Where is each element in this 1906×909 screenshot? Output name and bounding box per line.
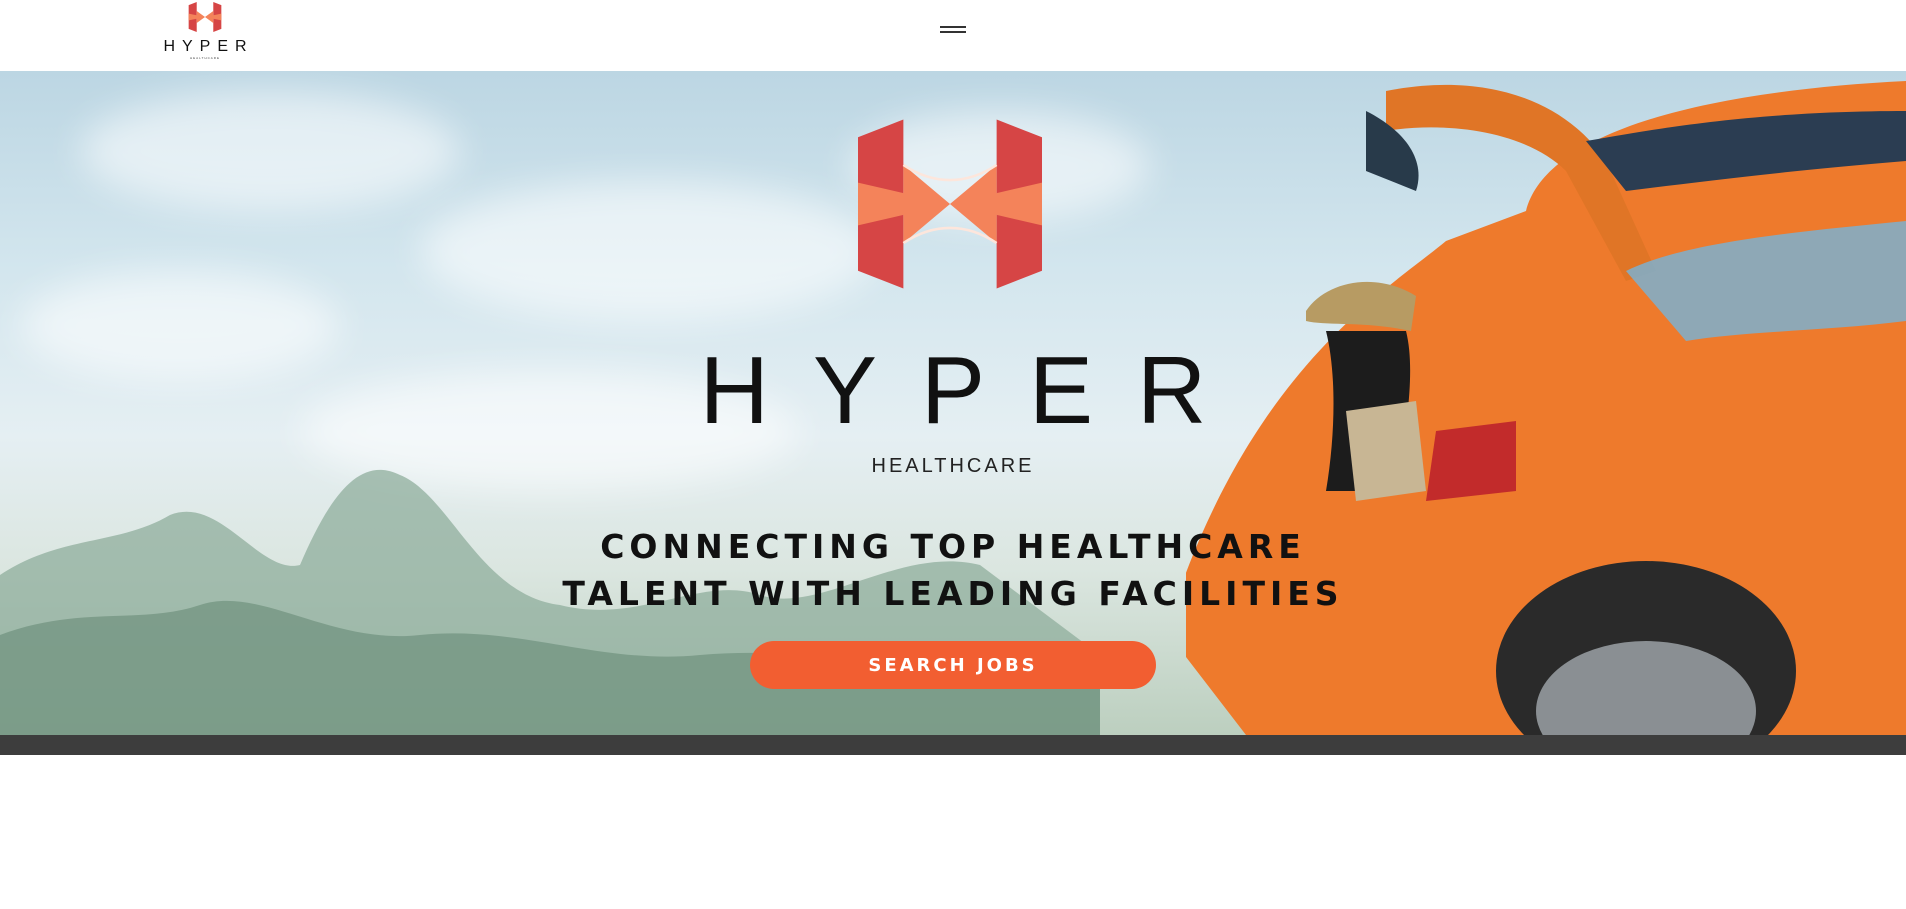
- hamburger-menu-icon[interactable]: [938, 22, 968, 36]
- hyper-h-logo-icon: [188, 2, 222, 32]
- hero-brand-title: HYPER: [699, 337, 1251, 444]
- hyper-h-logo-icon: [858, 119, 1042, 289]
- logo-subtext: HEALTHCARE: [190, 56, 220, 60]
- section-divider-band: [0, 735, 1906, 755]
- tagline-line-1: CONNECTING TOP HEALTHCARE: [600, 527, 1306, 566]
- search-jobs-button[interactable]: SEARCH JOBS: [750, 641, 1156, 689]
- logo-wordmark: HYPER: [163, 38, 254, 55]
- hero-brand-subtitle: HEALTHCARE: [871, 455, 1035, 477]
- header-logo[interactable]: HYPER HEALTHCARE: [150, 2, 260, 66]
- tagline-line-2: TALENT WITH LEADING FACILITIES: [562, 574, 1344, 613]
- hero-tagline: CONNECTING TOP HEALTHCARE TALENT WITH LE…: [560, 523, 1346, 617]
- site-header: HYPER HEALTHCARE: [0, 0, 1906, 71]
- hero-section: HYPER HEALTHCARE CONNECTING TOP HEALTHCA…: [0, 71, 1906, 735]
